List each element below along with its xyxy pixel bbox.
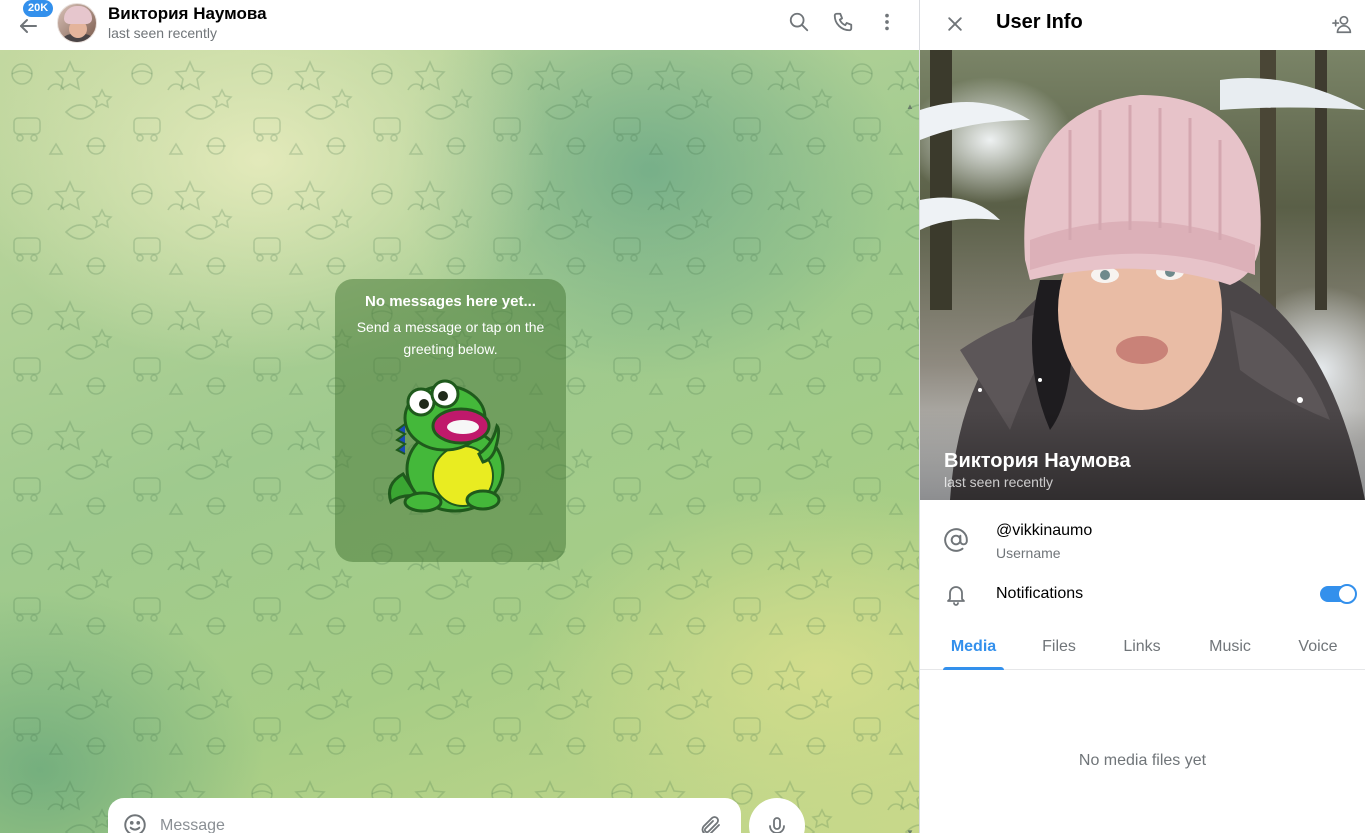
arrow-left-icon (20, 19, 37, 33)
profile-photo[interactable]: Виктория Наумова last seen recently (920, 50, 1365, 500)
user-info-pane: User Info Виктория Наумова last seen rec… (920, 0, 1365, 833)
empty-chat-title: No messages here yet... (365, 293, 536, 310)
username-row[interactable]: @vikkinaumo Username (920, 512, 1365, 572)
profile-status: last seen recently (944, 474, 1053, 490)
more-button[interactable] (867, 2, 907, 42)
more-vertical-icon (885, 13, 889, 31)
message-input[interactable] (160, 814, 680, 833)
search-button[interactable] (779, 2, 819, 42)
chat-header: 20K Виктория Наумова last seen recently (0, 0, 919, 50)
add-contact-icon (1332, 15, 1352, 34)
notifications-row[interactable]: Notifications (920, 576, 1365, 612)
at-sign-icon (942, 526, 970, 554)
phone-icon (833, 12, 853, 32)
tab-links[interactable]: Links (1111, 626, 1173, 670)
bell-icon (942, 580, 970, 608)
profile-name: Виктория Наумова (944, 450, 1131, 472)
tab-files[interactable]: Files (1028, 626, 1090, 670)
chat-pane: ▲ ▼ No messages here yet... Send a messa… (0, 0, 919, 833)
scrollbar-up-arrow[interactable]: ▲ (906, 102, 914, 111)
avatar[interactable] (57, 3, 97, 43)
close-icon (948, 17, 962, 31)
media-tabs: Media Files Links Music Voice (920, 626, 1365, 670)
username-value: @vikkinaumo (996, 522, 1093, 539)
microphone-icon (769, 817, 785, 833)
empty-chat-subtitle: Send a message or tap on the greeting be… (356, 319, 545, 357)
chat-background: ▲ ▼ No messages here yet... Send a messa… (0, 50, 919, 833)
tab-voice[interactable]: Voice (1286, 626, 1350, 670)
smile-icon[interactable] (122, 812, 148, 833)
header-tools (779, 0, 907, 44)
add-contact-button[interactable] (1325, 6, 1361, 42)
tab-music[interactable]: Music (1197, 626, 1263, 670)
notifications-toggle[interactable] (1320, 584, 1357, 604)
scrollbar-down-arrow[interactable]: ▼ (906, 828, 914, 833)
tab-media[interactable]: Media (943, 626, 1004, 670)
empty-chat-card: No messages here yet... Send a message o… (335, 279, 566, 562)
paperclip-icon[interactable] (699, 814, 723, 833)
username-label: Username (996, 545, 1061, 561)
user-info-header: User Info (920, 0, 1365, 50)
chat-title[interactable]: Виктория Наумова (108, 4, 267, 24)
unread-count-badge: 20K (23, 0, 54, 17)
avatar-hat-shape (64, 6, 92, 24)
user-info-title: User Info (996, 11, 1083, 33)
greeting-sticker[interactable] (383, 374, 518, 514)
close-button[interactable] (935, 4, 975, 44)
empty-media-text: No media files yet (1078, 752, 1207, 769)
chat-status: last seen recently (108, 25, 217, 41)
notifications-label: Notifications (996, 585, 1084, 602)
call-button[interactable] (823, 2, 863, 42)
message-composer (108, 798, 741, 833)
search-icon (789, 12, 809, 32)
active-tab-indicator (943, 667, 1004, 670)
toggle-knob (1337, 584, 1357, 604)
